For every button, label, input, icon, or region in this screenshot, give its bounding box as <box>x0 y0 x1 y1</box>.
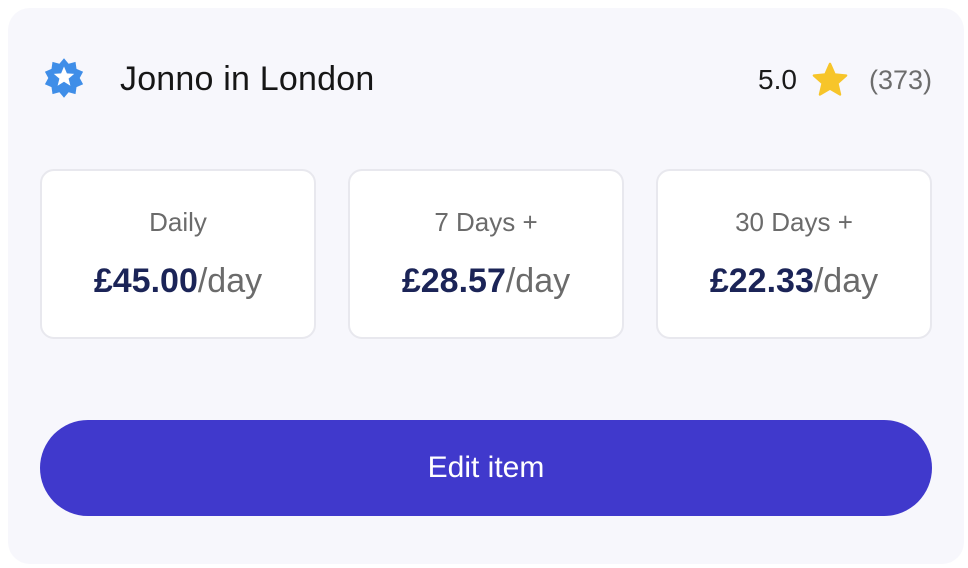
price-amount: £28.57 <box>401 262 506 300</box>
price-line: £45.00/day <box>42 261 314 301</box>
owner-name: Jonno in London <box>120 60 375 98</box>
edit-item-button[interactable]: Edit item <box>40 420 932 516</box>
rating-count: (373) <box>868 64 932 95</box>
price-period: 30 Days + <box>735 207 853 237</box>
price-option-7-days: 7 Days + £28.57/day <box>348 169 624 339</box>
price-line: £22.33/day <box>658 261 930 301</box>
verified-badge-icon <box>44 58 84 98</box>
price-unit: /day <box>505 262 571 300</box>
star-icon <box>812 62 848 96</box>
price-period: 7 Days + <box>434 207 538 237</box>
price-option-30-days: 30 Days + £22.33/day <box>656 169 932 339</box>
price-unit: /day <box>197 262 263 300</box>
price-amount: £45.00 <box>93 262 198 300</box>
rating-value: 5.0 <box>758 64 797 95</box>
listing-header: Jonno in London 5.0 (373) <box>40 54 932 102</box>
rating-summary: 5.0 (373) <box>758 60 932 100</box>
price-amount: £22.33 <box>709 262 814 300</box>
price-unit: /day <box>813 262 879 300</box>
price-options: Daily £45.00/day 7 Days + £28.57/day 30 … <box>40 169 932 339</box>
listing-card: Jonno in London 5.0 (373) Daily £45.00/d… <box>8 8 964 564</box>
price-option-daily: Daily £45.00/day <box>40 169 316 339</box>
price-period: Daily <box>149 207 207 237</box>
price-line: £28.57/day <box>350 261 622 301</box>
